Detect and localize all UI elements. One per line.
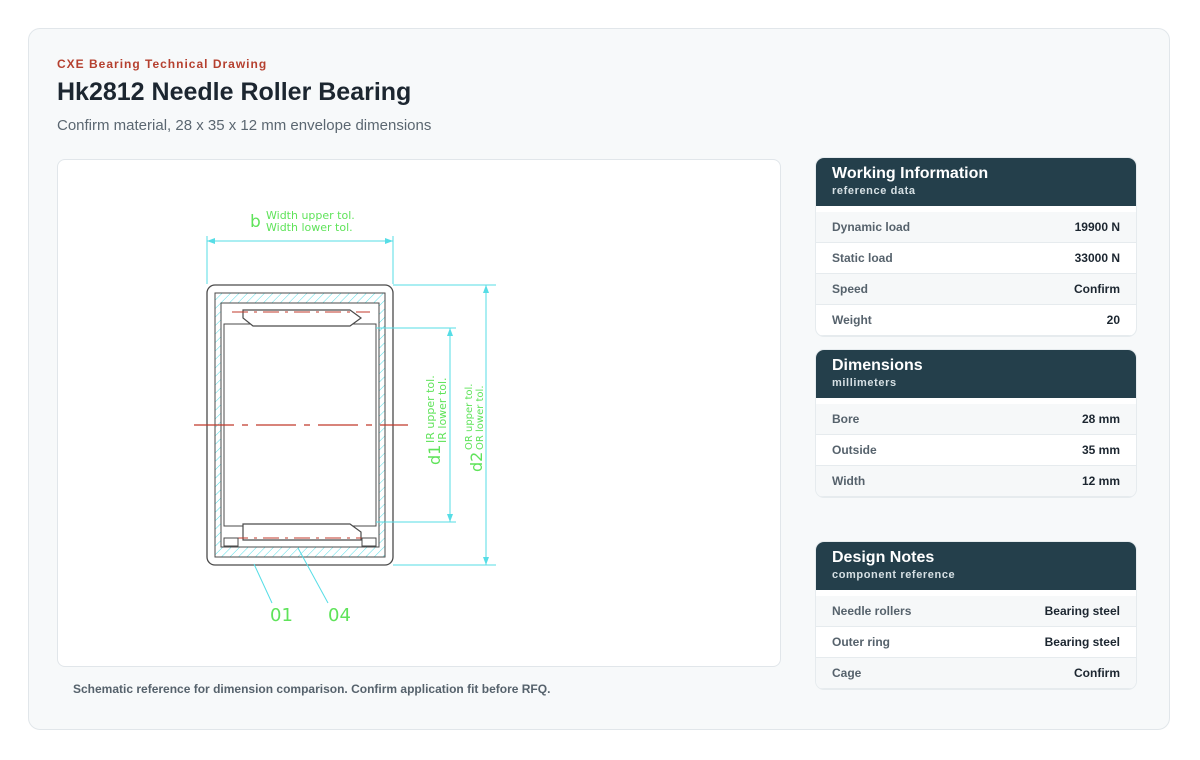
spec-row-bore: Bore 28 mm <box>816 404 1136 435</box>
spec-value: 19900 N <box>1074 220 1120 234</box>
spec-row-width: Width 12 mm <box>816 466 1136 497</box>
leader-01 <box>253 563 273 604</box>
design-notes-header: Design Notes component reference <box>816 542 1136 590</box>
spec-row-speed: Speed Confirm <box>816 274 1136 305</box>
spec-row-weight: Weight 20 <box>816 305 1136 336</box>
outer-ring-outline <box>206 284 394 566</box>
callout-01: 01 <box>270 605 293 626</box>
card-subtitle: reference data <box>832 185 916 197</box>
page-title: Hk2812 Needle Roller Bearing <box>57 78 412 106</box>
spec-label: Weight <box>832 313 872 327</box>
label-b: b <box>250 212 261 232</box>
spec-value: 12 mm <box>1081 474 1120 488</box>
spec-value: 20 <box>1106 313 1120 327</box>
technical-drawing-panel: b Width upper tol. Width lower tol. d1 I… <box>57 159 781 667</box>
spec-value: Bearing steel <box>1044 604 1120 618</box>
label-or-lower: OR lower tol. <box>475 385 486 450</box>
eyebrow-label: CXE Bearing Technical Drawing <box>57 57 268 71</box>
spec-label: Speed <box>832 282 869 296</box>
spec-label: Width <box>832 474 866 488</box>
label-or-upper: OR upper tol. <box>464 384 475 450</box>
spec-label: Needle rollers <box>832 604 912 618</box>
spec-row-dynamic-load: Dynamic load 19900 N <box>816 212 1136 243</box>
spec-row-needle-rollers: Needle rollers Bearing steel <box>816 596 1136 627</box>
spec-label: Outside <box>832 443 877 457</box>
callout-04: 04 <box>328 605 351 626</box>
label-d1: d1 <box>425 445 444 465</box>
working-information-card: Working Information reference data Dynam… <box>816 158 1136 336</box>
spec-value: Bearing steel <box>1044 635 1120 649</box>
dimensions-header: Dimensions millimeters <box>816 350 1136 398</box>
label-d2: d2 <box>467 452 486 472</box>
bearing-drawing: b Width upper tol. Width lower tol. d1 I… <box>194 209 496 626</box>
spec-value: 33000 N <box>1074 251 1120 265</box>
spec-row-cage: Cage Confirm <box>816 658 1136 689</box>
card-subtitle: component reference <box>832 569 956 581</box>
spec-label: Dynamic load <box>832 220 911 234</box>
spec-row-outside: Outside 35 mm <box>816 435 1136 466</box>
spec-value: Confirm <box>1074 666 1120 680</box>
spec-label: Cage <box>832 666 862 680</box>
card-title: Design Notes <box>832 549 935 566</box>
spec-value: Confirm <box>1074 282 1120 296</box>
drawing-caption: Schematic reference for dimension compar… <box>73 682 551 696</box>
spec-row-static-load: Static load 33000 N <box>816 243 1136 274</box>
product-card: CXE Bearing Technical Drawing Hk2812 Nee… <box>28 28 1170 730</box>
spec-label: Bore <box>832 412 860 426</box>
card-subtitle: millimeters <box>832 377 897 389</box>
design-notes-card: Design Notes component reference Needle … <box>816 542 1136 689</box>
page-subtitle: Confirm material, 28 x 35 x 12 mm envelo… <box>57 117 432 134</box>
spec-label: Static load <box>832 251 893 265</box>
label-ir-lower: IR lower tol. <box>436 377 449 443</box>
outer-ring-section <box>214 292 386 558</box>
card-title: Dimensions <box>832 357 923 374</box>
spec-row-outer-ring: Outer ring Bearing steel <box>816 627 1136 658</box>
dimensions-card: Dimensions millimeters Bore 28 mm Outsid… <box>816 350 1136 497</box>
spec-label: Outer ring <box>832 635 891 649</box>
card-title: Working Information <box>832 165 989 182</box>
label-width-lower: Width lower tol. <box>266 221 353 234</box>
spec-value: 35 mm <box>1081 443 1120 457</box>
working-information-header: Working Information reference data <box>816 158 1136 206</box>
spec-value: 28 mm <box>1081 412 1120 426</box>
